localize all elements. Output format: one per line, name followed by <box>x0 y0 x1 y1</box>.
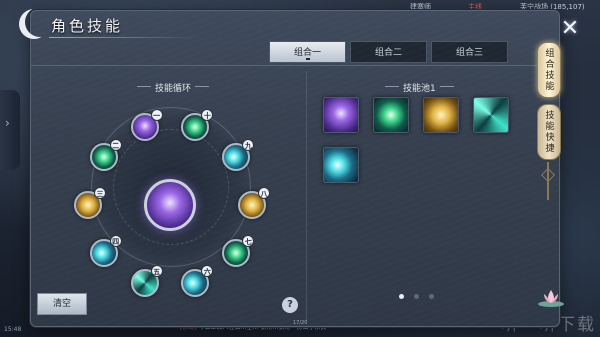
slot-number-badge: 三 <box>94 187 106 199</box>
clear-button[interactable]: 清空 <box>37 293 87 315</box>
loop-slot-blade-icon[interactable]: 四 <box>89 235 122 268</box>
lotus-icon <box>538 290 564 307</box>
title-area: 角色技能 <box>19 7 199 43</box>
loop-slot-green-icon[interactable]: 二 <box>89 138 122 171</box>
tab-combo-2[interactable]: 组合二 <box>350 41 427 63</box>
pool-skill-gold-icon[interactable] <box>423 97 459 133</box>
title-underline <box>49 37 199 38</box>
page-indicator <box>399 294 434 299</box>
tabs-divider <box>31 65 561 66</box>
slot-number-badge: 一 <box>150 109 163 121</box>
center-skill-fist-icon[interactable] <box>144 179 196 231</box>
slot-number-badge: 九 <box>242 138 255 151</box>
close-button[interactable]: ✕ <box>559 18 581 41</box>
loop-slot-fist-icon[interactable]: 一 <box>130 109 163 141</box>
skill-panel: 角色技能 组合一 组合二 组合三 技能循环 技能池1 一十九八七六五四三二 清空… <box>30 10 561 327</box>
slot-number-badge: 四 <box>109 235 122 248</box>
side-tab-skill-shortcut[interactable]: 技能快捷 <box>537 104 561 160</box>
tab-combo-3[interactable]: 组合三 <box>431 41 508 63</box>
clock: 15:48 <box>4 326 22 333</box>
loop-slot-blade-icon[interactable]: 九 <box>222 138 255 171</box>
pool-skill-fist-icon[interactable] <box>323 97 359 133</box>
pool-title: 技能池1 <box>385 81 454 94</box>
chevron-right-icon: › <box>5 116 10 130</box>
pool-skill-green-icon[interactable] <box>373 97 409 133</box>
combo-tabs: 组合一 组合二 组合三 <box>269 41 508 63</box>
pool-skill-blade-icon[interactable] <box>323 147 359 183</box>
help-icon[interactable]: ? <box>282 297 298 313</box>
loop-slot-blade-icon[interactable]: 六 <box>181 264 214 297</box>
page-title: 角色技能 <box>51 17 124 35</box>
page-dot[interactable] <box>414 294 419 299</box>
loop-slot-gold-icon[interactable]: 八 <box>238 187 270 219</box>
loop-slot-swirl-icon[interactable]: 五 <box>130 264 163 297</box>
skill-count: 17/20 <box>293 320 308 326</box>
slot-number-badge: 六 <box>201 264 214 277</box>
loop-slot-green-icon[interactable]: 七 <box>222 235 255 268</box>
side-tab-combo-skills[interactable]: 组合技能 <box>537 42 561 98</box>
tab-combo-1[interactable]: 组合一 <box>269 41 346 63</box>
pool-skill-swirl-icon[interactable] <box>473 97 509 133</box>
slot-number-badge: 五 <box>150 264 163 277</box>
slot-number-badge: 八 <box>258 187 270 199</box>
slot-number-badge: 二 <box>109 138 122 151</box>
loop-slot-gold-icon[interactable]: 三 <box>74 187 106 219</box>
page-dot[interactable] <box>399 294 404 299</box>
moon-icon <box>19 9 49 39</box>
left-side-handle[interactable]: › <box>0 90 20 170</box>
page-dot[interactable] <box>429 294 434 299</box>
column-divider <box>306 71 307 321</box>
slot-number-badge: 七 <box>242 235 255 248</box>
loop-title: 技能循环 <box>136 81 210 94</box>
